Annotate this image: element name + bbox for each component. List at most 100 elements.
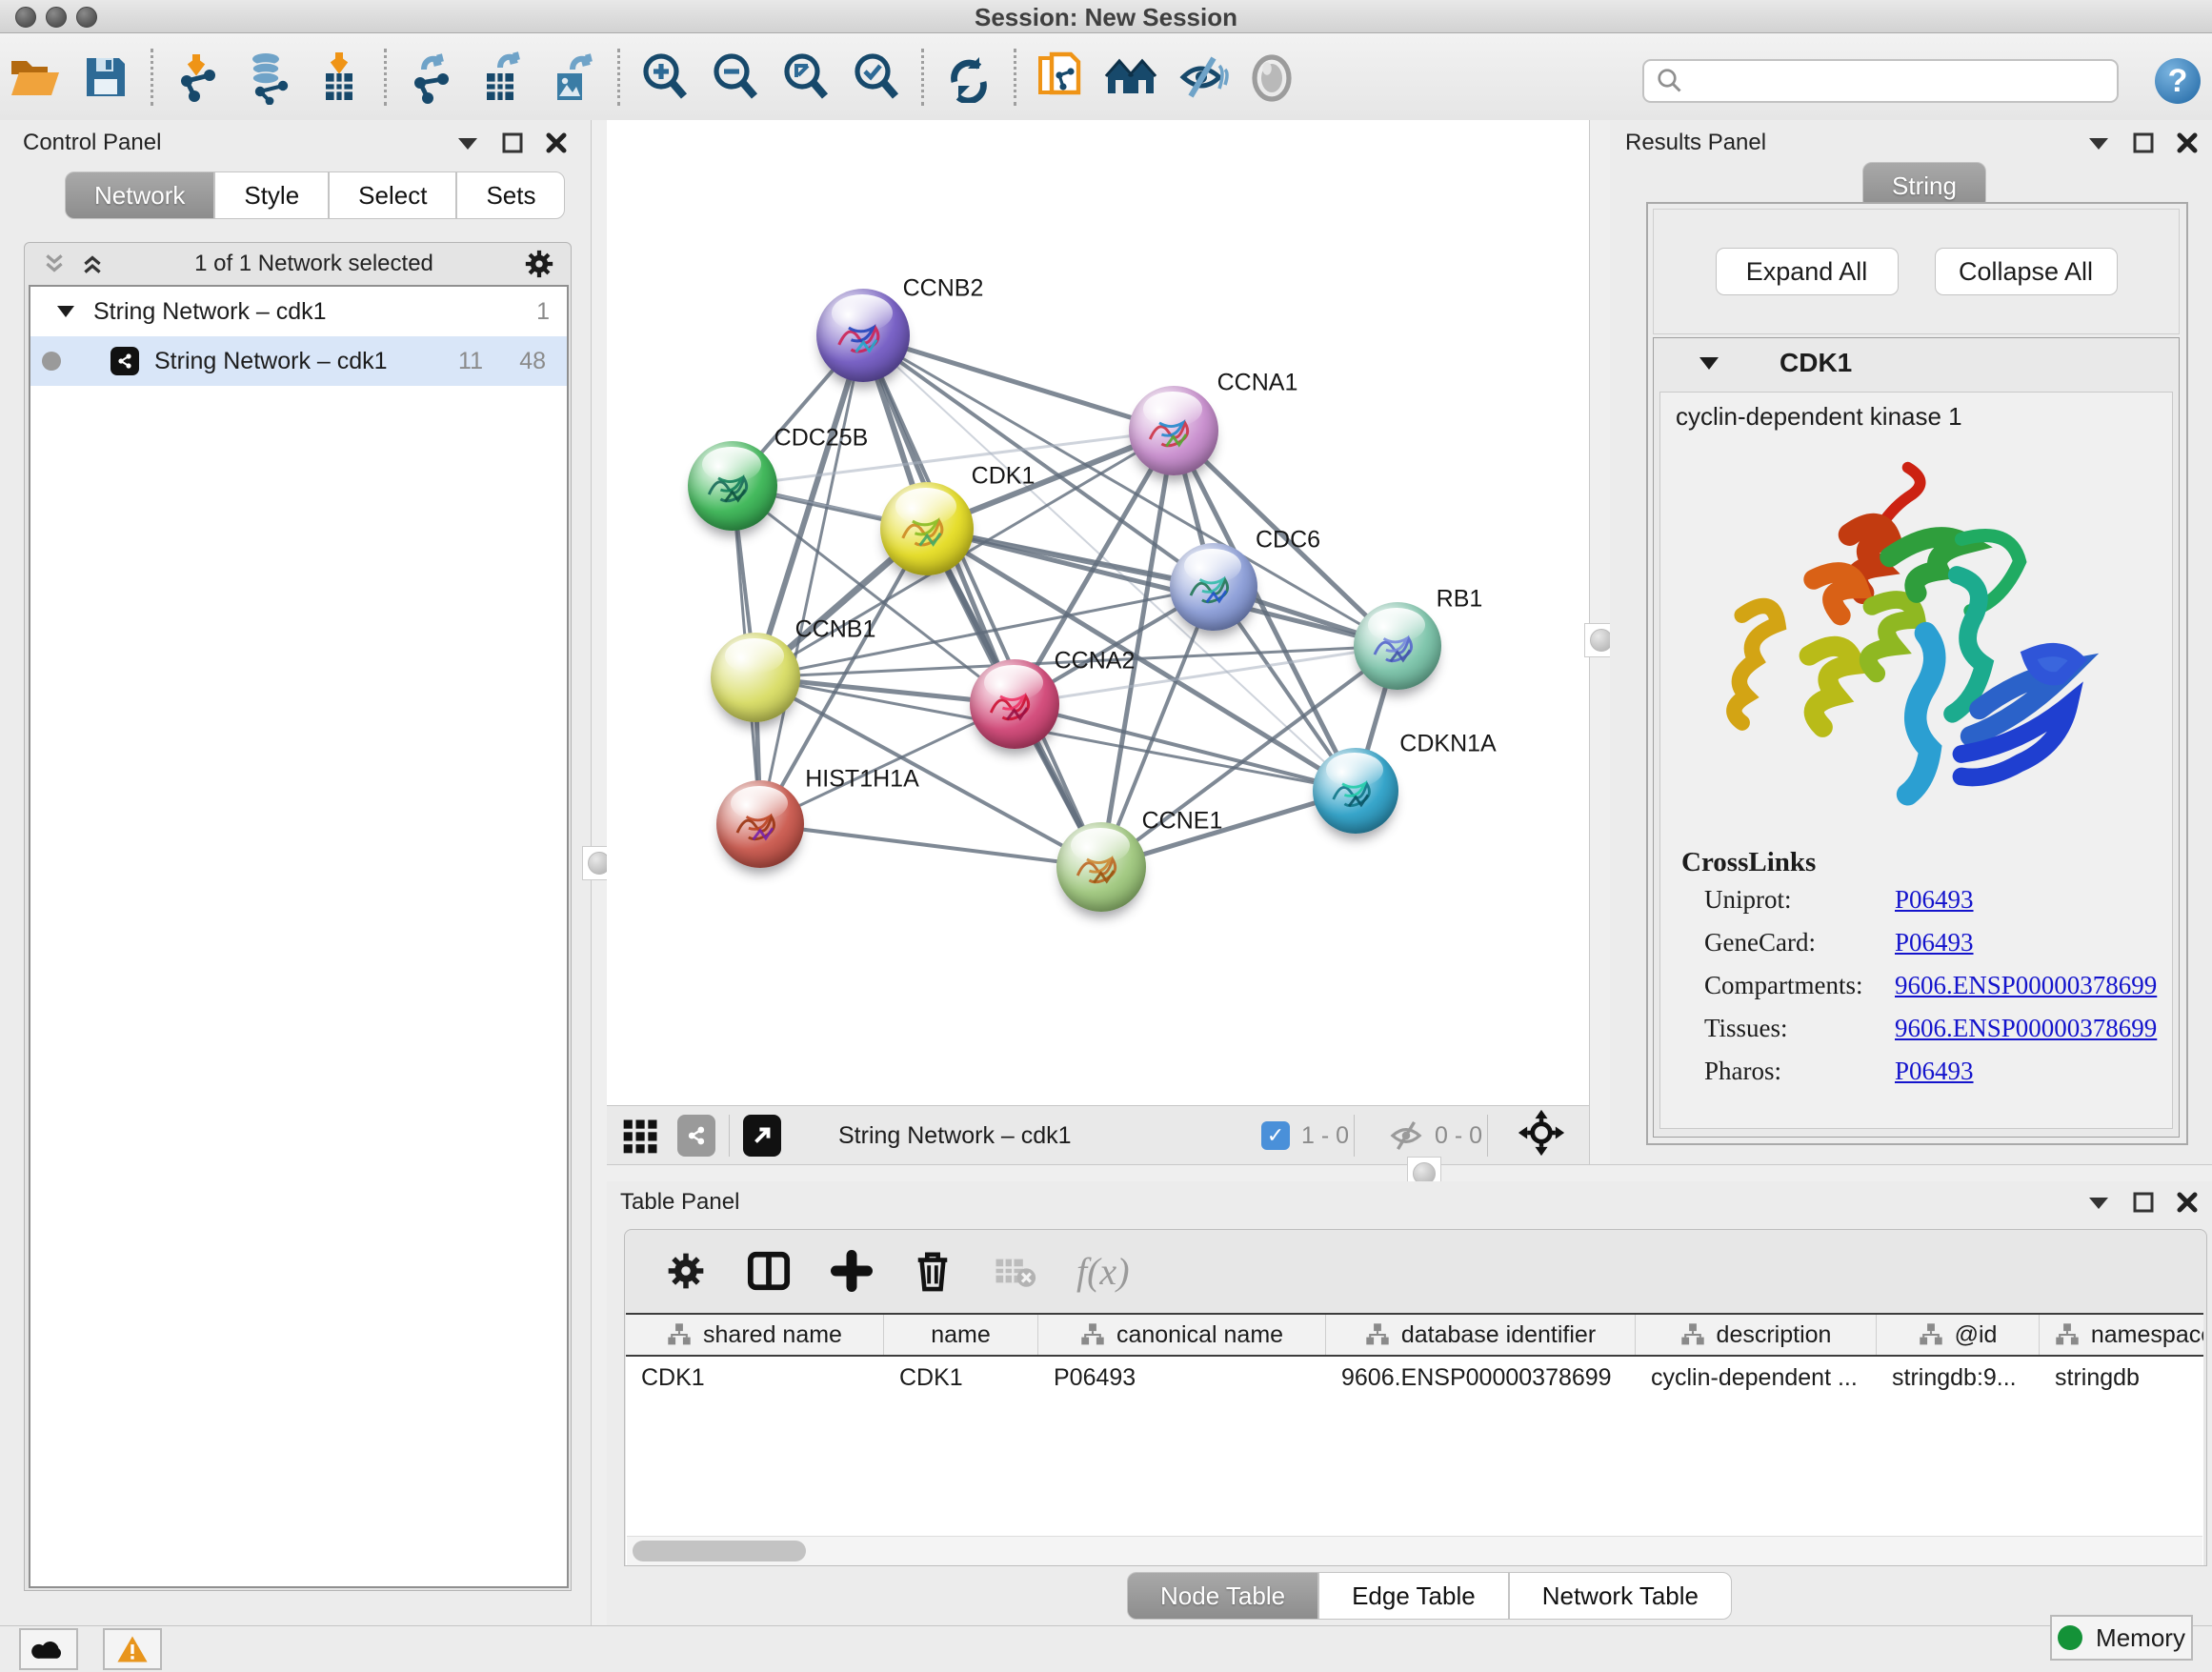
- grid-view-button[interactable]: [620, 1115, 662, 1157]
- table-cell[interactable]: CDK1: [884, 1357, 1038, 1399]
- table-row[interactable]: CDK1CDK1P064939606.ENSP00000378699cyclin…: [626, 1357, 2203, 1399]
- cloud-button[interactable]: [19, 1628, 78, 1670]
- collapse-all-button[interactable]: Collapse All: [1935, 248, 2118, 295]
- float-panel-icon[interactable]: [2132, 131, 2155, 154]
- crosslink-label: Pharos:: [1704, 1057, 1895, 1086]
- collapse-all-tree-icon[interactable]: [80, 252, 105, 276]
- float-panel-icon[interactable]: [501, 131, 524, 154]
- table-cell[interactable]: stringdb: [2040, 1357, 2203, 1399]
- column-header-@id[interactable]: @id: [1877, 1315, 2040, 1355]
- import-table-button[interactable]: [304, 42, 374, 112]
- zoom-out-button[interactable]: [700, 42, 771, 112]
- collapse-panel-icon[interactable]: [2086, 134, 2111, 151]
- expand-all-tree-icon[interactable]: [42, 252, 67, 276]
- save-session-button[interactable]: [70, 42, 141, 112]
- tab-network[interactable]: Network: [65, 171, 214, 219]
- tab-edge-table[interactable]: Edge Table: [1318, 1572, 1509, 1620]
- network-share-button[interactable]: [677, 1115, 715, 1157]
- column-header-namespace[interactable]: namespace: [2040, 1315, 2203, 1355]
- hidden-eye-icon[interactable]: [1387, 1119, 1425, 1152]
- close-panel-icon[interactable]: [2176, 131, 2199, 154]
- warnings-button[interactable]: [103, 1628, 162, 1670]
- export-network-button[interactable]: [396, 42, 467, 112]
- import-network-button[interactable]: [163, 42, 233, 112]
- node-CDC25B[interactable]: [688, 441, 777, 531]
- table-cell[interactable]: CDK1: [626, 1357, 884, 1399]
- open-session-button[interactable]: [0, 42, 70, 112]
- right-splitter[interactable]: [1589, 120, 1612, 1164]
- horizontal-splitter[interactable]: [607, 1164, 2212, 1183]
- tree-expander-icon[interactable]: [55, 304, 76, 319]
- crosslink-link[interactable]: 9606.ENSP00000378699: [1895, 1014, 2157, 1043]
- table-cell[interactable]: stringdb:9...: [1877, 1357, 2040, 1399]
- memory-button[interactable]: Memory: [2050, 1615, 2193, 1661]
- collapse-panel-icon[interactable]: [2086, 1194, 2111, 1211]
- column-header-description[interactable]: description: [1636, 1315, 1877, 1355]
- node-HIST1H1A[interactable]: [716, 780, 804, 868]
- column-header-database-identifier[interactable]: database identifier: [1326, 1315, 1636, 1355]
- close-panel-icon[interactable]: [545, 131, 568, 154]
- crosslink-link[interactable]: 9606.ENSP00000378699: [1895, 971, 2157, 1000]
- network-collection-row[interactable]: String Network – cdk1 1: [30, 287, 567, 336]
- column-header-canonical-name[interactable]: canonical name: [1038, 1315, 1326, 1355]
- node-CDC6[interactable]: [1170, 543, 1257, 631]
- selected-checkbox-icon[interactable]: ✓: [1261, 1121, 1290, 1150]
- protein-scribble: [1066, 834, 1136, 903]
- crosslink-link[interactable]: P06493: [1895, 1057, 1974, 1086]
- node-CDKN1A[interactable]: [1313, 748, 1398, 834]
- table-horizontal-scrollbar[interactable]: [627, 1536, 2202, 1565]
- zoom-fit-button[interactable]: [771, 42, 841, 112]
- hide-selected-button[interactable]: [1167, 42, 1237, 112]
- refresh-view-button[interactable]: [934, 42, 1004, 112]
- birdseye-view-button[interactable]: [743, 1115, 781, 1157]
- tab-style[interactable]: Style: [214, 171, 329, 219]
- two-houses-button[interactable]: [1096, 42, 1167, 112]
- clone-network-button[interactable]: [1026, 42, 1096, 112]
- help-button[interactable]: ?: [2155, 58, 2201, 104]
- tab-sets[interactable]: Sets: [456, 171, 565, 219]
- node-CCNB1[interactable]: [711, 633, 800, 722]
- close-panel-icon[interactable]: [2176, 1191, 2199, 1214]
- table-cell[interactable]: P06493: [1038, 1357, 1326, 1399]
- network-canvas[interactable]: CCNB2CCNA1CDC25BCDK1CDC6RB1CCNB1CCNA2CDK…: [607, 120, 1589, 1105]
- node-CCNA1[interactable]: [1129, 386, 1218, 475]
- column-header-shared-name[interactable]: shared name: [626, 1315, 884, 1355]
- network-row[interactable]: String Network – cdk1 11 48: [30, 336, 567, 386]
- import-network-from-database-button[interactable]: [233, 42, 304, 112]
- node-CCNA2[interactable]: [970, 659, 1059, 749]
- protein-scribble: [726, 792, 794, 860]
- collapse-panel-icon[interactable]: [455, 134, 480, 151]
- column-label: @id: [1955, 1321, 1998, 1349]
- gear-icon[interactable]: [523, 248, 555, 280]
- split-columns-icon[interactable]: [747, 1249, 791, 1293]
- search-input[interactable]: [1642, 59, 2119, 103]
- zoom-in-button[interactable]: [630, 42, 700, 112]
- column-header-name[interactable]: name: [884, 1315, 1038, 1355]
- node-table[interactable]: shared namenamecanonical namedatabase id…: [626, 1313, 2203, 1565]
- export-image-button[interactable]: [537, 42, 608, 112]
- scrollbar-thumb[interactable]: [633, 1541, 806, 1561]
- section-expander-icon[interactable]: [1698, 355, 1720, 372]
- table-cell[interactable]: cyclin-dependent ...: [1636, 1357, 1877, 1399]
- export-table-button[interactable]: [467, 42, 537, 112]
- gear-icon[interactable]: [665, 1250, 707, 1292]
- tab-node-table[interactable]: Node Table: [1127, 1572, 1318, 1620]
- crosslink-link[interactable]: P06493: [1895, 928, 1974, 957]
- fit-content-button[interactable]: [1517, 1108, 1566, 1164]
- crosslink-link[interactable]: P06493: [1895, 885, 1974, 915]
- crosslink-row: Compartments:9606.ENSP00000378699: [1660, 964, 2172, 1007]
- tab-select[interactable]: Select: [329, 171, 456, 219]
- show-hidden-button[interactable]: [1237, 42, 1308, 112]
- expand-all-button[interactable]: Expand All: [1716, 248, 1899, 295]
- add-column-icon[interactable]: [831, 1250, 873, 1292]
- node-CCNB2[interactable]: [816, 289, 910, 382]
- zoom-selected-button[interactable]: [841, 42, 912, 112]
- tab-network-table[interactable]: Network Table: [1509, 1572, 1732, 1620]
- delete-column-icon[interactable]: [913, 1249, 953, 1293]
- table-cell[interactable]: 9606.ENSP00000378699: [1326, 1357, 1636, 1399]
- float-panel-icon[interactable]: [2132, 1191, 2155, 1214]
- node-CCNE1[interactable]: [1056, 822, 1146, 912]
- save-floppy-icon: [81, 52, 131, 102]
- node-CDK1[interactable]: [880, 482, 974, 575]
- node-RB1[interactable]: [1354, 602, 1441, 690]
